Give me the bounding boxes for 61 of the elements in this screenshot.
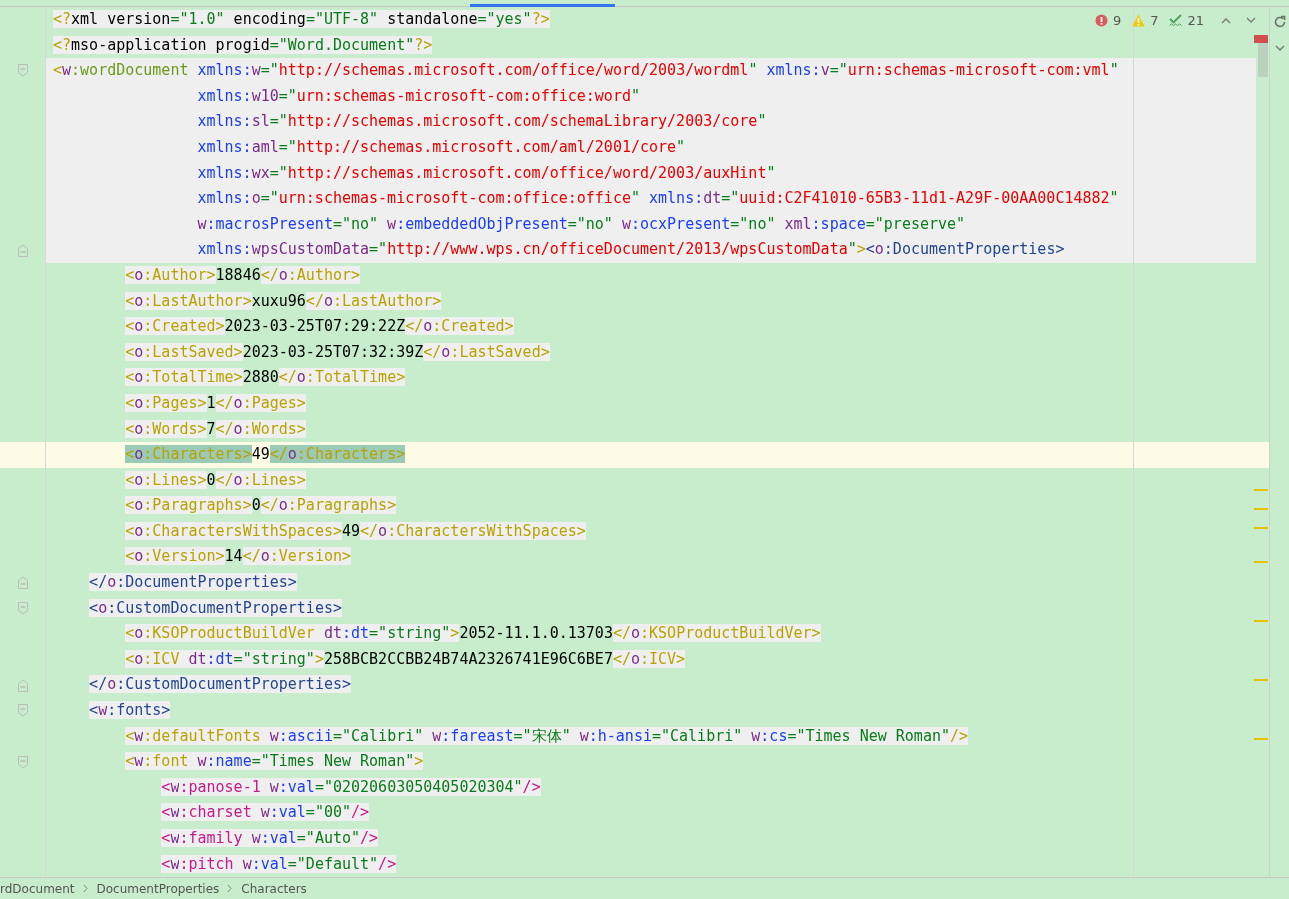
previous-problem-icon[interactable] bbox=[1221, 17, 1231, 24]
code-line: <o:KSOProductBuildVer dt:dt="string">2052-11.1.0.13703</o:KSOProductBuildVer> bbox=[125, 623, 821, 645]
problem-count: 7 bbox=[1150, 13, 1159, 28]
code-line: w:macrosPresent="no" w:embeddedObjPresent="no" w:ocxPresent="no" xml:space="preserve" bbox=[197, 213, 966, 235]
warning-marker[interactable] bbox=[1254, 561, 1268, 563]
warning-marker[interactable] bbox=[1254, 620, 1268, 622]
code-line: <w:panose-1 w:val="02020603050405020304"/> bbox=[161, 776, 541, 798]
breadcrumb-item[interactable]: DocumentProperties bbox=[96, 881, 220, 896]
breadcrumb-item[interactable]: rdDocument bbox=[0, 881, 75, 896]
refresh-icon[interactable] bbox=[1272, 15, 1287, 29]
code-line: <w:font w:name="Times New Roman"> bbox=[125, 751, 424, 773]
scrollbar-thumb[interactable] bbox=[1258, 43, 1268, 77]
code-line: <o:Created>2023-03-25T07:29:22Z</o:Created> bbox=[125, 316, 514, 338]
breadcrumb-item[interactable]: Characters bbox=[241, 881, 307, 896]
code-line: xmlns:wpsCustomData="http://www.wps.cn/officeDocument/2013/wpsCustomData"><o:DocumentProperties> bbox=[197, 239, 1065, 261]
code-line: <o:Lines>0</o:Lines> bbox=[125, 469, 306, 491]
code-line: <o:LastAuthor>xuxu96</o:LastAuthor> bbox=[125, 290, 442, 312]
fold-icon[interactable] bbox=[17, 678, 28, 692]
code-line: <o:TotalTime>2880</o:TotalTime> bbox=[125, 367, 406, 389]
warning-marker[interactable] bbox=[1254, 738, 1268, 740]
code-line: <o:ICV dt:dt="string">258BCB2CCBB24B74A2326741E96C6BE7</o:ICV> bbox=[125, 648, 686, 670]
fold-icon[interactable] bbox=[17, 704, 28, 718]
warning-icon bbox=[1132, 14, 1146, 27]
typo-check-icon bbox=[1169, 14, 1183, 27]
code-line: <o:Paragraphs>0</o:Paragraphs> bbox=[125, 495, 397, 517]
warning-marker[interactable] bbox=[1254, 679, 1268, 681]
code-line: <w:pitch w:val="Default"/> bbox=[161, 853, 397, 875]
chevron-right-icon bbox=[82, 884, 89, 893]
code-line: <o:Characters>49</o:Characters> bbox=[125, 444, 406, 466]
warning-marker[interactable] bbox=[1254, 508, 1268, 510]
chevron-down-icon[interactable] bbox=[1274, 45, 1285, 51]
code-line: </o:DocumentProperties> bbox=[89, 572, 297, 594]
problem-count: 9 bbox=[1112, 13, 1122, 28]
fold-icon[interactable] bbox=[17, 755, 28, 769]
code-line: <o:Words>7</o:Words> bbox=[125, 418, 306, 440]
error-icon bbox=[1094, 14, 1108, 27]
code-line: <o:Pages>1</o:Pages> bbox=[125, 392, 306, 414]
code-line: <o:CharactersWithSpaces>49</o:CharactersWithSpaces> bbox=[125, 520, 586, 542]
fold-icon[interactable] bbox=[17, 243, 28, 257]
code-line: <o:Version>14</o:Version> bbox=[125, 546, 351, 568]
code-line: <o:Author>18846</o:Author> bbox=[125, 264, 361, 286]
code-line: <?xml version="1.0" encoding="UTF-8" standalone="yes"?> bbox=[53, 9, 550, 30]
problem-count: 21 bbox=[1187, 13, 1204, 28]
next-problem-icon[interactable] bbox=[1246, 17, 1256, 24]
code-line: <o:CustomDocumentProperties> bbox=[89, 597, 342, 619]
fold-icon[interactable] bbox=[17, 601, 28, 615]
code-line: <o:LastSaved>2023-03-25T07:32:39Z</o:LastSaved> bbox=[125, 341, 550, 363]
error-marker[interactable] bbox=[1254, 35, 1268, 43]
fold-icon[interactable] bbox=[17, 576, 28, 590]
code-line: <?mso-application progid="Word.Document"?> bbox=[53, 34, 433, 56]
code-line: <w:charset w:val="00"/> bbox=[161, 802, 370, 824]
code-line: <w:wordDocument xmlns:w="http://schemas.microsoft.com/office/word/2003/wordml" xmlns:v="urn:schemas-microsoft-com:vml" bbox=[53, 60, 1119, 82]
code-line: <w:defaultFonts w:ascii="Calibri" w:fareast="宋体" w:h-ansi="Calibri" w:cs="Times New Roman"/> bbox=[125, 725, 969, 747]
code-line: </o:CustomDocumentProperties> bbox=[89, 674, 351, 696]
code-line: <w:family w:val="Auto"/> bbox=[161, 828, 379, 849]
warning-marker[interactable] bbox=[1254, 489, 1268, 491]
chevron-right-icon bbox=[227, 884, 234, 893]
code-line: <w:fonts> bbox=[89, 700, 171, 722]
warning-marker[interactable] bbox=[1254, 527, 1268, 529]
code-line: xmlns:o="urn:schemas-microsoft-com:office:office" xmlns:dt="uuid:C2F41010-65B3-11d1-A29F-00AA00C14882" bbox=[197, 188, 1119, 210]
fold-icon[interactable] bbox=[17, 64, 28, 78]
